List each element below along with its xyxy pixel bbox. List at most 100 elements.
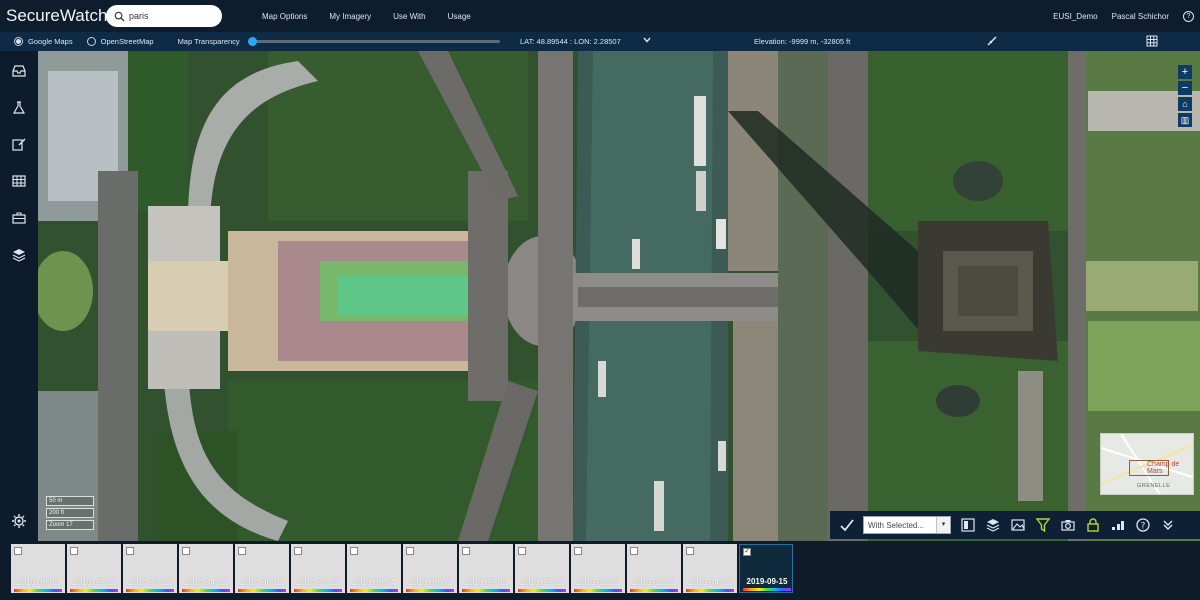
chevron-down-icon[interactable]	[1160, 517, 1176, 533]
basemap-osm-radio[interactable]: OpenStreetMap	[86, 37, 154, 46]
thumbnail-date: 2019-02-26	[577, 578, 619, 587]
transparency-slider[interactable]	[247, 37, 500, 46]
satellite-map[interactable]: + − ⌂ ▥ Champ de Mars GRENELLE 50 m 200 …	[38, 51, 1200, 541]
thumbnail-checkbox[interactable]	[238, 547, 246, 555]
zoom-out-button[interactable]: −	[1178, 81, 1192, 95]
minimap-place-label: Champ de Mars	[1147, 461, 1180, 475]
overview-minimap[interactable]: Champ de Mars GRENELLE	[1100, 433, 1194, 495]
app-logo[interactable]: SecureWatch	[6, 6, 107, 26]
radio-dot	[14, 37, 23, 46]
thumbnail-date: 2017-04-09	[185, 578, 227, 587]
thumbnail[interactable]: 2017-07-15	[291, 544, 345, 593]
thumbnail-checkbox[interactable]	[518, 547, 526, 555]
thumbnail-date: 2019-02-26	[633, 578, 675, 587]
thumbnail-date: 2019-04-30	[689, 578, 731, 587]
user-name[interactable]: Pascal Schichor	[1112, 12, 1169, 21]
band-legend	[686, 589, 734, 592]
home-icon[interactable]: ⌂	[1178, 97, 1192, 111]
thumbnail-checkbox[interactable]	[406, 547, 414, 555]
lock-icon[interactable]	[1085, 517, 1101, 533]
layers-icon[interactable]	[11, 247, 27, 263]
thumbnail-checkbox[interactable]	[182, 547, 190, 555]
thumbnail-checkbox[interactable]	[126, 547, 134, 555]
check-icon[interactable]	[839, 517, 855, 533]
chevron-down-icon[interactable]	[642, 35, 652, 45]
elevation-readout: Elevation: -9999 m, -32805 ft	[754, 37, 851, 46]
band-legend	[574, 589, 622, 592]
briefcase-icon[interactable]	[11, 210, 27, 226]
inbox-icon[interactable]	[11, 63, 27, 79]
thumbnail-date: 2016-05-02	[17, 578, 59, 587]
table-icon[interactable]	[11, 173, 27, 189]
thumbnail[interactable]: 2019-02-26	[627, 544, 681, 593]
left-sidebar	[0, 51, 38, 541]
thumbnail[interactable]: 2016-05-02	[11, 544, 65, 593]
thumbnail[interactable]: 2017-03-25	[123, 544, 177, 593]
thumbnail-date: 2019-09-15	[746, 577, 788, 586]
camera-icon[interactable]	[1060, 517, 1076, 533]
gear-icon[interactable]	[11, 513, 27, 529]
thumbnail-checkbox[interactable]	[686, 547, 694, 555]
thumbnail-checkbox[interactable]	[350, 547, 358, 555]
filter-icon[interactable]	[1035, 517, 1051, 533]
minimap-district-label: GRENELLE	[1137, 483, 1171, 489]
thumbnail[interactable]: 2019-02-26	[571, 544, 625, 593]
thumbnail[interactable]: 2017-04-09	[179, 544, 233, 593]
scale-imperial: 200 ft	[46, 508, 94, 518]
thumbnail[interactable]: 2017-06-10	[235, 544, 289, 593]
band-legend	[462, 589, 510, 592]
ruler-icon[interactable]	[986, 35, 998, 47]
selection-toolbar: With Selected... ▾ ?	[830, 511, 1200, 539]
menu-my-imagery[interactable]: My Imagery	[329, 12, 371, 21]
chevron-down-icon[interactable]: ▾	[936, 517, 950, 533]
thumbnail-checkbox[interactable]	[294, 547, 302, 555]
help-icon[interactable]: ?	[1135, 517, 1151, 533]
image-icon[interactable]	[1010, 517, 1026, 533]
thumbnail-checkbox[interactable]	[14, 547, 22, 555]
zoom-in-button[interactable]: +	[1178, 65, 1192, 79]
transparency-label: Map Transparency	[177, 37, 240, 46]
band-legend	[406, 589, 454, 592]
flask-icon[interactable]	[11, 100, 27, 116]
band-legend	[518, 589, 566, 592]
compare-icon[interactable]	[960, 517, 976, 533]
menu-use-with[interactable]: Use With	[393, 12, 425, 21]
main-menu: Map Options My Imagery Use With Usage	[262, 12, 493, 21]
band-legend	[238, 589, 286, 592]
signal-icon[interactable]	[1110, 517, 1126, 533]
thumbnail[interactable]: 2019-04-30	[683, 544, 737, 593]
with-selected-dropdown[interactable]: With Selected... ▾	[863, 516, 951, 534]
thumbnail-date: 2018-09-09	[521, 578, 563, 587]
grid-icon[interactable]	[1146, 35, 1158, 47]
band-legend	[70, 589, 118, 592]
org-name[interactable]: EUSI_Demo	[1053, 12, 1097, 21]
thumbnail-checkbox[interactable]	[574, 547, 582, 555]
menu-usage[interactable]: Usage	[448, 12, 471, 21]
thumbnail[interactable]: 2018-09-09	[515, 544, 569, 593]
radio-dot	[86, 37, 96, 46]
basemap-google-radio[interactable]: Google Maps	[14, 37, 73, 46]
edit-icon[interactable]	[11, 136, 27, 152]
thumbnail-checkbox[interactable]	[462, 547, 470, 555]
thumbnail-checkbox-checked[interactable]: ✓	[743, 548, 751, 556]
search-input[interactable]	[129, 11, 219, 21]
thumbnail-checkbox[interactable]	[630, 547, 638, 555]
search-box[interactable]	[106, 5, 222, 27]
layers-icon[interactable]	[985, 517, 1001, 533]
help-icon[interactable]: ?	[1183, 10, 1194, 22]
thumbnail[interactable]: 2018-05-06	[403, 544, 457, 593]
securewatch-app: SecureWatch Map Options My Imagery Use W…	[0, 0, 1200, 600]
thumbnail-selected[interactable]: ✓ 2019-09-15	[739, 544, 793, 593]
thumbnail[interactable]: 2016-09-03	[67, 544, 121, 593]
zoom-controls: + − ⌂ ▥	[1178, 65, 1192, 129]
slider-handle[interactable]	[247, 37, 257, 46]
thumbnail-checkbox[interactable]	[70, 547, 78, 555]
thumbnail[interactable]: 2018-05-04	[347, 544, 401, 593]
menu-map-options[interactable]: Map Options	[262, 12, 307, 21]
satellite-imagery[interactable]	[38, 51, 1200, 541]
thumbnail[interactable]: 2018-09-02	[459, 544, 513, 593]
thumbnail-date: 2017-06-10	[241, 578, 283, 587]
library-icon[interactable]: ▥	[1178, 113, 1192, 127]
thumbnail-date: 2018-05-06	[409, 578, 451, 587]
band-legend	[630, 589, 678, 592]
